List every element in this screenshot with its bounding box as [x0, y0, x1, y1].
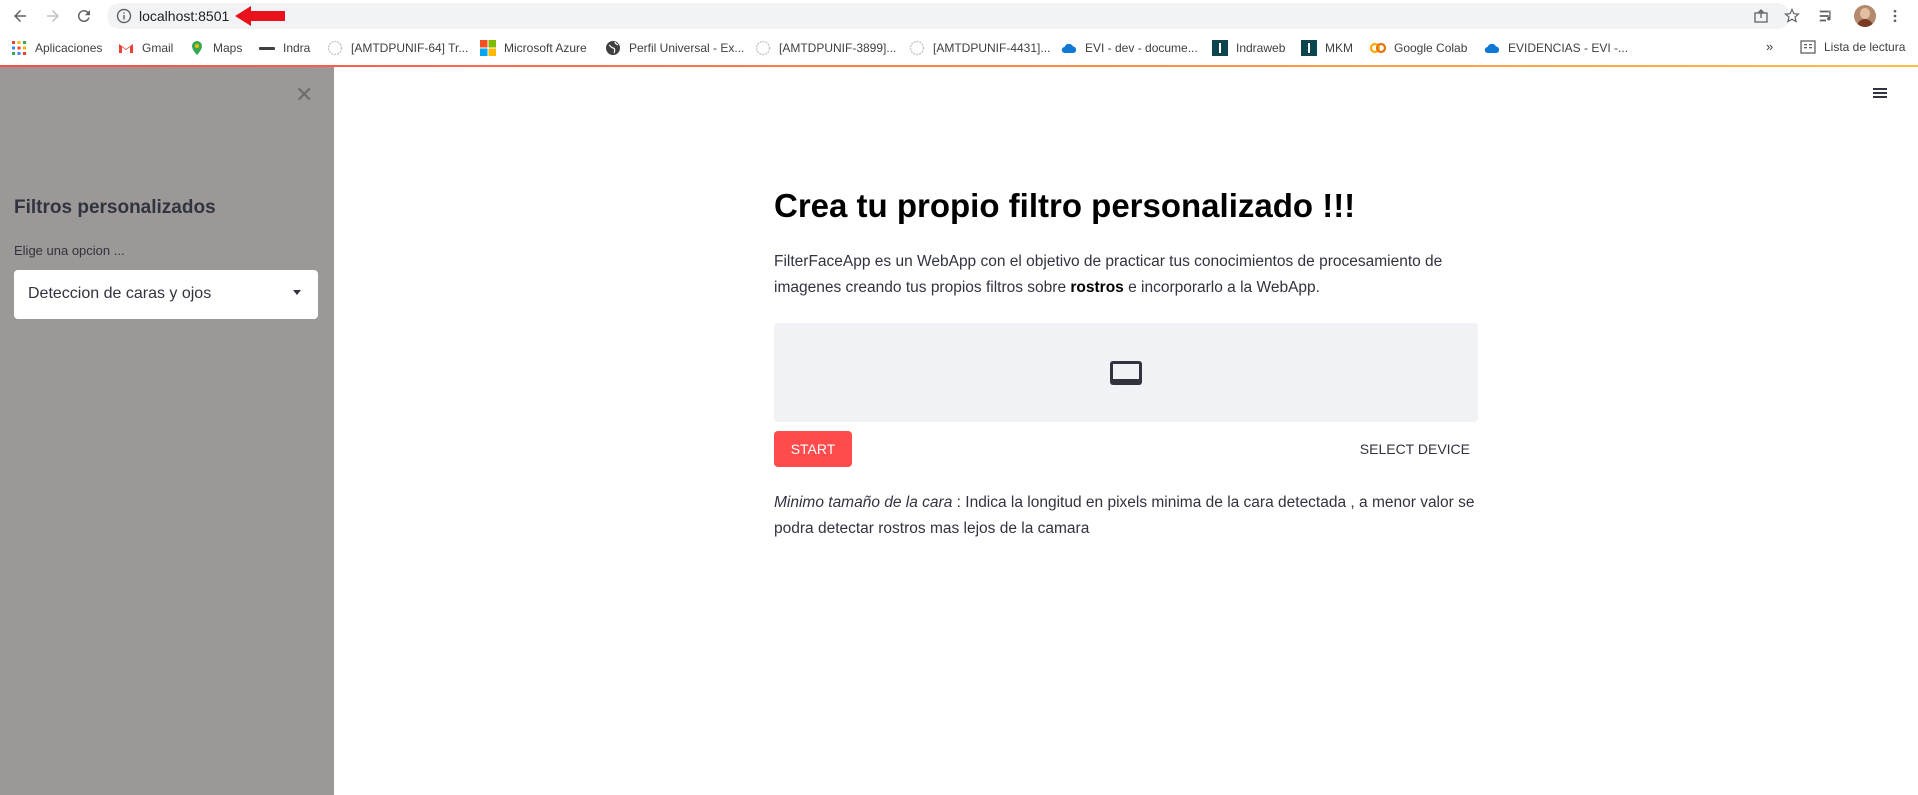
back-arrow-icon — [14, 10, 26, 22]
intro-bold-text: rostros — [1070, 279, 1124, 296]
video-camera-icon — [1110, 361, 1142, 385]
close-icon[interactable]: ✕ — [295, 84, 313, 106]
bookmark-maps[interactable]: Maps — [189, 39, 242, 57]
url-text[interactable]: localhost:8501 — [139, 8, 229, 24]
jira-globe-icon — [327, 40, 343, 56]
address-bar[interactable]: localhost:8501 — [107, 3, 1800, 29]
bookmark-label: [AMTDPUNIF-3899]... — [779, 41, 897, 55]
sidebar: ✕ Filtros personalizados Elige una opcio… — [0, 67, 334, 795]
bookmark-label: MKM — [1325, 41, 1353, 55]
select-device-button[interactable]: SELECT DEVICE — [1350, 431, 1478, 467]
forward-button[interactable] — [41, 4, 65, 28]
filter-select-value[interactable]: Deteccion de caras y ojos — [28, 285, 211, 303]
sidebar-title: Filtros personalizados — [14, 197, 216, 218]
onedrive-cloud-icon — [1061, 43, 1077, 54]
start-button[interactable]: START — [774, 431, 852, 467]
chevron-down-icon[interactable] — [293, 290, 301, 295]
info-icon[interactable] — [116, 8, 132, 24]
reload-button[interactable] — [72, 4, 96, 28]
bookmark-perfil-universal[interactable]: Perfil Universal - Ex... — [605, 39, 744, 57]
maps-pin-icon — [192, 41, 202, 55]
bookmark-mkm[interactable]: MKM — [1301, 39, 1353, 57]
bookmark-label: Indra — [283, 41, 311, 55]
reading-list-icon — [1800, 40, 1816, 54]
min-face-size-note: Minimo tamaño de la cara : Indica la lon… — [774, 490, 1494, 542]
gmail-icon — [119, 44, 133, 53]
bookmark-microsoft-azure[interactable]: Microsoft Azure — [480, 39, 587, 57]
indra-logo-icon — [259, 47, 275, 50]
browser-menu-button[interactable] — [1885, 6, 1905, 26]
reading-list-button[interactable]: Lista de lectura — [1800, 39, 1905, 55]
indraweb-icon — [1212, 40, 1228, 56]
bookmark-gmail[interactable]: Gmail — [118, 39, 173, 57]
globe-icon — [606, 41, 620, 55]
filter-select[interactable]: Deteccion de caras y ojos — [14, 270, 318, 319]
reload-icon — [77, 10, 90, 23]
colab-icon — [1370, 42, 1386, 54]
microsoft-icon — [480, 40, 496, 56]
browser-toolbar: localhost:8501 — [0, 0, 1918, 32]
back-button[interactable] — [8, 4, 32, 28]
apps-grid-icon — [12, 41, 26, 55]
share-icon[interactable] — [1753, 8, 1769, 24]
bookmarks-bar: Aplicaciones Gmail Maps Indra [AMTDPUNIF… — [0, 32, 1918, 64]
note-italic-term: Minimo tamaño de la cara — [774, 494, 953, 511]
forward-arrow-icon — [47, 10, 59, 22]
hamburger-menu-icon[interactable] — [1873, 86, 1891, 100]
intro-text-end: e incorporarlo a la WebApp. — [1123, 279, 1320, 296]
red-annotation-arrow — [235, 6, 285, 26]
bookmark-evi-dev[interactable]: EVI - dev - docume... — [1061, 39, 1198, 57]
bookmark-label: EVIDENCIAS - EVI -... — [1508, 41, 1629, 55]
bookmark-label: Maps — [213, 41, 243, 55]
bookmark-amtdpunif-4431[interactable]: [AMTDPUNIF-4431]... — [909, 39, 1050, 57]
media-control-button[interactable] — [1817, 6, 1837, 26]
bookmark-label: [AMTDPUNIF-4431]... — [933, 41, 1051, 55]
jira-globe-icon — [909, 40, 925, 56]
bookmark-indraweb[interactable]: Indraweb — [1212, 39, 1285, 57]
profile-avatar[interactable] — [1854, 5, 1876, 27]
onedrive-cloud-icon — [1484, 43, 1500, 54]
bookmark-label: Microsoft Azure — [504, 41, 587, 55]
bookmark-label: Indraweb — [1236, 41, 1286, 55]
playlist-icon — [1819, 10, 1831, 22]
webcam-video-area — [774, 323, 1478, 422]
page-title: Crea tu propio filtro personalizado !!! — [774, 187, 1356, 224]
bookmark-label: Aplicaciones — [35, 41, 103, 55]
bookmark-evidencias[interactable]: EVIDENCIAS - EVI -... — [1484, 39, 1628, 57]
kebab-menu-icon — [1893, 9, 1897, 23]
bookmarks-overflow-button[interactable]: » — [1766, 39, 1773, 54]
bookmark-label: EVI - dev - docume... — [1085, 41, 1198, 55]
select-label: Elige una opcion ... — [14, 243, 125, 258]
reading-list-label: Lista de lectura — [1824, 40, 1906, 54]
bookmark-label: [AMTDPUNIF-64] Tr... — [351, 41, 469, 55]
bookmark-aplicaciones[interactable]: Aplicaciones — [11, 39, 102, 57]
bookmark-indra[interactable]: Indra — [259, 39, 310, 57]
bookmark-amtdpunif-3899[interactable]: [AMTDPUNIF-3899]... — [755, 39, 896, 57]
bookmark-label: Gmail — [142, 41, 174, 55]
bookmark-label: Google Colab — [1394, 41, 1468, 55]
indraweb-icon — [1301, 40, 1317, 56]
bookmark-label: Perfil Universal - Ex... — [629, 41, 745, 55]
star-icon[interactable] — [1784, 8, 1800, 24]
bookmark-amtdpunif-64[interactable]: [AMTDPUNIF-64] Tr... — [327, 39, 468, 57]
intro-paragraph: FilterFaceApp es un WebApp con el objeti… — [774, 249, 1494, 301]
jira-globe-icon — [755, 40, 771, 56]
bookmark-google-colab[interactable]: Google Colab — [1370, 39, 1467, 57]
